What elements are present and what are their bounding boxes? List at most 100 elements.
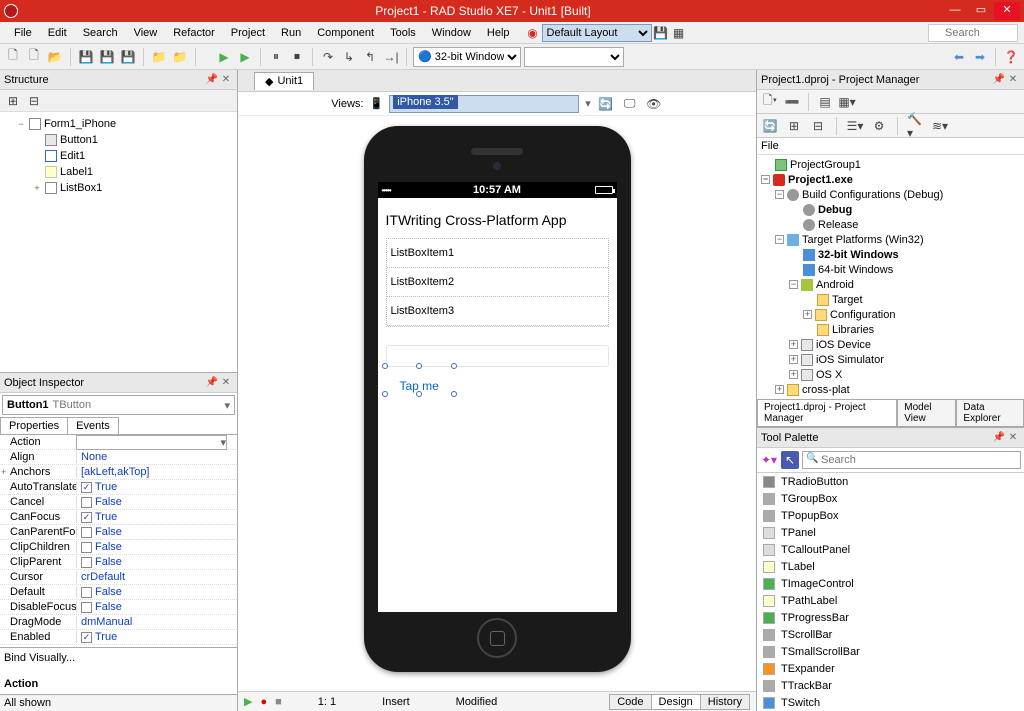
property-row[interactable]: CursorcrDefault xyxy=(0,570,237,585)
tree-collapse-icon[interactable]: ⊟ xyxy=(25,92,43,110)
palette-list[interactable]: TRadioButtonTGroupBoxTPopupBoxTPanelTCal… xyxy=(757,473,1024,711)
views-select[interactable]: iPhone 3.5" xyxy=(389,95,579,113)
palette-item[interactable]: TPanel xyxy=(757,524,1024,541)
close-panel-icon[interactable]: ✕ xyxy=(219,377,233,388)
help-icon[interactable]: ❓ xyxy=(1002,48,1020,66)
menu-help[interactable]: Help xyxy=(479,25,518,41)
palette-item[interactable]: TScrollBar xyxy=(757,626,1024,643)
pin-icon[interactable]: 📌 xyxy=(992,74,1006,85)
palette-item[interactable]: TGroupBox xyxy=(757,490,1024,507)
pm-node[interactable]: −Project1.exe xyxy=(759,172,1022,187)
palette-item[interactable]: TPathLabel xyxy=(757,592,1024,609)
pm-expand-icon[interactable]: ⊞ xyxy=(785,117,803,135)
pm-build-icon[interactable]: 🔨▾ xyxy=(907,117,925,135)
palette-item[interactable]: TPopupBox xyxy=(757,507,1024,524)
button1-selected[interactable]: Tap me xyxy=(386,367,453,393)
step-over-icon[interactable]: ↷ xyxy=(319,48,337,66)
palette-item[interactable]: TCalloutPanel xyxy=(757,541,1024,558)
close-panel-icon[interactable]: ✕ xyxy=(219,74,233,85)
pm-views-icon[interactable]: ▦▾ xyxy=(838,93,856,111)
run-icon[interactable]: ▶ xyxy=(244,695,252,708)
tab-events[interactable]: Events xyxy=(67,417,119,434)
save-layout-icon[interactable]: 💾 xyxy=(652,24,670,42)
save-icon[interactable]: 💾 xyxy=(77,48,95,66)
structure-node[interactable]: Button1 xyxy=(4,132,233,148)
listbox1[interactable]: ListBoxItem1 ListBoxItem2 ListBoxItem3 xyxy=(386,238,609,327)
tab-design[interactable]: Design xyxy=(651,694,701,710)
property-row[interactable]: DefaultFalse xyxy=(0,585,237,600)
menu-window[interactable]: Window xyxy=(424,25,479,41)
property-row[interactable]: EnableDragHighlight✓True xyxy=(0,645,237,647)
listboxitem3[interactable]: ListBoxItem3 xyxy=(387,297,608,326)
property-row[interactable]: ClipChildrenFalse xyxy=(0,540,237,555)
toggle-device-icon[interactable]: 🖵 xyxy=(621,95,639,113)
designer-surface[interactable]: ••••• 10:57 AM ITWriting Cross-Platform … xyxy=(238,116,756,691)
palette-search[interactable] xyxy=(802,451,1021,469)
pm-node[interactable]: Debug xyxy=(759,202,1022,217)
project-tree[interactable]: ProjectGroup1−Project1.exe−Build Configu… xyxy=(757,155,1024,399)
structure-node[interactable]: Edit1 xyxy=(4,148,233,164)
save-as-icon[interactable]: 💾 xyxy=(119,48,137,66)
palette-item[interactable]: TTrackBar xyxy=(757,677,1024,694)
stop-icon[interactable]: ⏹ xyxy=(288,48,306,66)
menu-run[interactable]: Run xyxy=(273,25,309,41)
tab-unit1[interactable]: ◆ Unit1 xyxy=(254,72,314,90)
close-button[interactable]: ✕ xyxy=(994,2,1020,20)
new-icon[interactable]: 🗋 xyxy=(4,48,22,66)
tab-properties[interactable]: Properties xyxy=(0,417,68,434)
run-to-icon[interactable]: →| xyxy=(382,48,400,66)
property-row[interactable]: Enabled✓True xyxy=(0,630,237,645)
pm-node[interactable]: −Android xyxy=(759,277,1022,292)
app-title-label[interactable]: ITWriting Cross-Platform App xyxy=(386,206,609,238)
palette-item[interactable]: TExpander xyxy=(757,660,1024,677)
target-platform-select[interactable]: 🔵 32-bit Windows xyxy=(413,47,521,67)
pm-new-icon[interactable]: 🗋▾ xyxy=(761,93,779,111)
bind-visually-link[interactable]: Bind Visually... xyxy=(4,652,233,664)
menu-project[interactable]: Project xyxy=(223,25,273,41)
pm-node[interactable]: Target xyxy=(759,292,1022,307)
pm-node[interactable]: 32-bit Windows xyxy=(759,247,1022,262)
property-grid[interactable]: Action▾AlignNone+Anchors[akLeft,akTop]Au… xyxy=(0,435,237,647)
forward-icon[interactable]: ➡ xyxy=(971,48,989,66)
save-all-icon[interactable]: 💾 xyxy=(98,48,116,66)
button1[interactable]: Tap me xyxy=(386,379,453,393)
palette-item[interactable]: TLabel xyxy=(757,558,1024,575)
pm-node[interactable]: Release xyxy=(759,217,1022,232)
menu-tools[interactable]: Tools xyxy=(382,25,424,41)
layout-icon[interactable]: ▦ xyxy=(670,24,688,42)
maximize-button[interactable]: ▭ xyxy=(968,2,994,20)
pm-filter-icon[interactable]: ⚙ xyxy=(870,117,888,135)
search-input[interactable] xyxy=(928,24,1018,42)
folder2-icon[interactable]: 📁 xyxy=(171,48,189,66)
pm-sync-icon[interactable]: 🔄 xyxy=(761,117,779,135)
property-row[interactable]: ClipParentFalse xyxy=(0,555,237,570)
pm-node[interactable]: ProjectGroup1 xyxy=(759,157,1022,172)
stop-icon[interactable]: ■ xyxy=(275,696,282,708)
pm-node[interactable]: −Build Configurations (Debug) xyxy=(759,187,1022,202)
tab-code[interactable]: Code xyxy=(609,694,651,710)
pm-collapse-icon[interactable]: ⊟ xyxy=(809,117,827,135)
menu-component[interactable]: Component xyxy=(309,25,382,41)
menu-edit[interactable]: Edit xyxy=(40,25,75,41)
pm-node[interactable]: +cross-plat xyxy=(759,382,1022,397)
new-project-icon[interactable]: 🗋 xyxy=(25,48,43,66)
minimize-button[interactable]: — xyxy=(942,2,968,20)
structure-node[interactable]: Label1 xyxy=(4,164,233,180)
pm-remove-icon[interactable]: ➖ xyxy=(783,93,801,111)
menu-view[interactable]: View xyxy=(126,25,166,41)
structure-tree[interactable]: −Form1_iPhoneButton1Edit1Label1+ListBox1 xyxy=(0,112,237,372)
menu-search[interactable]: Search xyxy=(75,25,126,41)
property-row[interactable]: +Anchors[akLeft,akTop] xyxy=(0,465,237,480)
open-icon[interactable]: 📂 xyxy=(46,48,64,66)
palette-item[interactable]: TRadioButton xyxy=(757,473,1024,490)
property-row[interactable]: DragModedmManual xyxy=(0,615,237,630)
pm-node[interactable]: +iOS Simulator xyxy=(759,352,1022,367)
property-row[interactable]: CancelFalse xyxy=(0,495,237,510)
step-into-icon[interactable]: ↳ xyxy=(340,48,358,66)
palette-item[interactable]: TSwitch xyxy=(757,694,1024,711)
menu-refactor[interactable]: Refactor xyxy=(165,25,223,41)
pin-icon[interactable]: 📌 xyxy=(992,432,1006,443)
listboxitem2[interactable]: ListBoxItem2 xyxy=(387,268,608,297)
pause-icon[interactable]: ⏸ xyxy=(267,48,285,66)
property-row[interactable]: AutoTranslate✓True xyxy=(0,480,237,495)
